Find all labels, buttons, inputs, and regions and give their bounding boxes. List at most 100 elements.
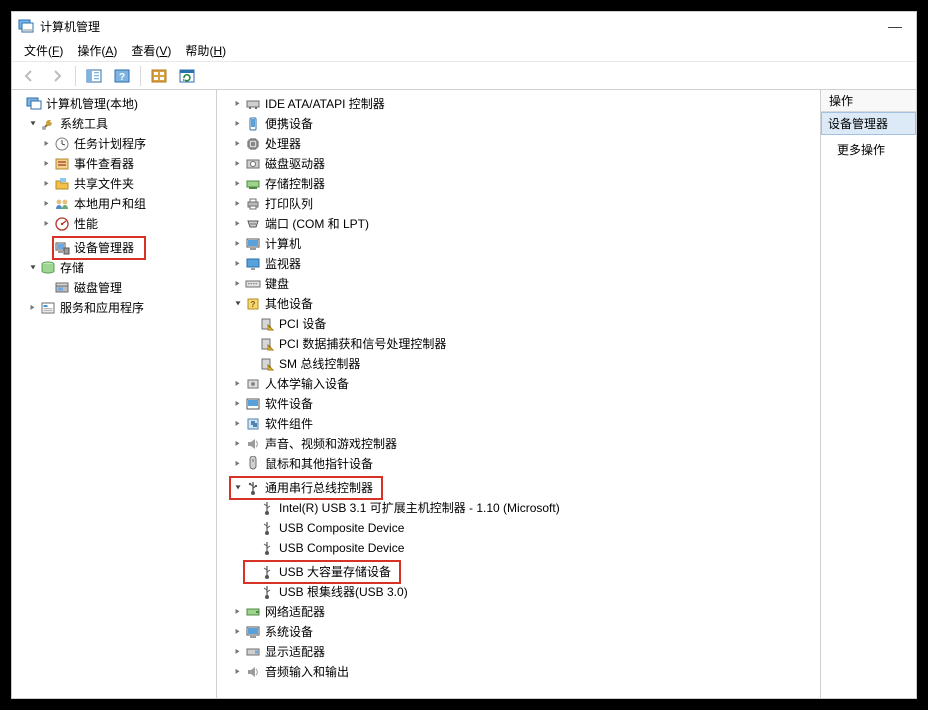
dev-monitors[interactable]: 监视器 [217,254,820,274]
display-adapter-icon [245,644,261,660]
dev-network-adapters[interactable]: 网络适配器 [217,602,820,622]
dev-usb-composite-1[interactable]: USB Composite Device [217,518,820,538]
mouse-icon [245,456,261,472]
dev-other-pci-data[interactable]: !PCI 数据捕获和信号处理控制器 [217,334,820,354]
toolbar: ? [12,62,916,90]
expander-icon[interactable] [40,134,54,154]
shared-folders-icon [54,176,70,192]
portable-device-icon [245,116,261,132]
menu-file[interactable]: 文件(F) [18,40,69,61]
show-hide-tree-button[interactable] [81,64,107,88]
actions-more[interactable]: 更多操作 [821,135,916,164]
users-icon [54,196,70,212]
dev-usb-root-hub[interactable]: USB 根集线器(USB 3.0) [217,582,820,602]
dev-usb-mass-storage[interactable]: USB 大容量存储设备 [217,562,399,582]
dev-print-queues[interactable]: 打印队列 [217,194,820,214]
svg-text:!: ! [269,326,270,332]
minimize-button[interactable]: — [880,16,910,36]
dev-ide-ata[interactable]: IDE ATA/ATAPI 控制器 [217,94,820,114]
audio-io-icon [245,664,261,680]
dev-keyboards[interactable]: 键盘 [217,274,820,294]
ide-controller-icon [245,96,261,112]
dev-software-components[interactable]: 软件组件 [217,414,820,434]
dev-audio-io[interactable]: 音频输入和输出 [217,662,820,682]
dev-system-devices[interactable]: 系统设备 [217,622,820,642]
dev-ports[interactable]: 端口 (COM 和 LPT) [217,214,820,234]
back-button[interactable] [16,64,42,88]
help-button[interactable]: ? [109,64,135,88]
refresh-button[interactable] [174,64,200,88]
dev-disk-drives[interactable]: 磁盘驱动器 [217,154,820,174]
tools-icon [40,116,56,132]
svg-text:!: ! [269,346,270,352]
hid-icon [245,376,261,392]
dev-hid[interactable]: 人体学输入设备 [217,374,820,394]
dev-usb-intel[interactable]: Intel(R) USB 3.1 可扩展主机控制器 - 1.10 (Micros… [217,498,820,518]
usb-icon [245,480,261,496]
main-window: 计算机管理 — 文件(F) 操作(A) 查看(V) 帮助(H) ? [11,11,917,699]
printer-icon [245,196,261,212]
warning-device-icon: ! [259,316,275,332]
device-manager-icon [54,240,70,256]
dev-other-pci[interactable]: !PCI 设备 [217,314,820,334]
svg-text:?: ? [119,72,125,83]
usb-device-icon [259,584,275,600]
dev-usb-composite-2[interactable]: USB Composite Device [217,538,820,558]
usb-device-icon [259,564,275,580]
views-button[interactable] [146,64,172,88]
dev-computer[interactable]: 计算机 [217,234,820,254]
monitor-icon [245,256,261,272]
other-devices-icon: ? [245,296,261,312]
network-adapter-icon [245,604,261,620]
speaker-icon [245,436,261,452]
forward-button[interactable] [44,64,70,88]
tree-item-local-users[interactable]: 本地用户和组 [12,194,216,214]
menu-help[interactable]: 帮助(H) [179,40,232,61]
actions-selected[interactable]: 设备管理器 [821,112,916,135]
tree-item-task-scheduler[interactable]: 任务计划程序 [12,134,216,154]
storage-icon [40,260,56,276]
tree-item-system-tools[interactable]: 系统工具 [12,114,216,134]
dev-other-sm[interactable]: !SM 总线控制器 [217,354,820,374]
dev-portable[interactable]: 便携设备 [217,114,820,134]
dev-other[interactable]: ?其他设备 [217,294,820,314]
dev-sound[interactable]: 声音、视频和游戏控制器 [217,434,820,454]
disk-management-icon [54,280,70,296]
actions-header: 操作 [821,90,916,112]
tree-item-event-viewer[interactable]: 事件查看器 [12,154,216,174]
tree-item-performance[interactable]: 性能 [12,214,216,234]
device-tree[interactable]: IDE ATA/ATAPI 控制器 便携设备 处理器 磁盘驱动器 存储控制器 打… [217,90,821,698]
svg-text:!: ! [269,366,270,372]
menu-action[interactable]: 操作(A) [71,40,123,61]
clock-icon [54,136,70,152]
dev-usb-controllers[interactable]: 通用串行总线控制器 [217,478,381,498]
computer-management-icon [26,96,42,112]
tree-item-root[interactable]: 计算机管理(本地) [12,94,216,114]
tree-item-shared-folders[interactable]: 共享文件夹 [12,174,216,194]
port-icon [245,216,261,232]
software-component-icon [245,416,261,432]
nav-tree[interactable]: 计算机管理(本地) 系统工具 任务计划程序 事件查看器 [12,90,217,698]
usb-device-icon [259,500,275,516]
menubar: 文件(F) 操作(A) 查看(V) 帮助(H) [12,40,916,62]
storage-controller-icon [245,176,261,192]
keyboard-icon [245,276,261,292]
tree-item-disk-management[interactable]: 磁盘管理 [12,278,216,298]
expander-icon[interactable] [26,114,40,134]
disk-drive-icon [245,156,261,172]
tree-item-services-apps[interactable]: 服务和应用程序 [12,298,216,318]
dev-mice[interactable]: 鼠标和其他指针设备 [217,454,820,474]
svg-text:?: ? [251,300,256,309]
dev-storage-controllers[interactable]: 存储控制器 [217,174,820,194]
services-icon [40,300,56,316]
titlebar: 计算机管理 — [12,12,916,40]
warning-device-icon: ! [259,336,275,352]
dev-processors[interactable]: 处理器 [217,134,820,154]
app-icon [18,18,34,34]
menu-view[interactable]: 查看(V) [125,40,177,61]
tree-item-storage[interactable]: 存储 [12,258,216,278]
dev-display-adapters[interactable]: 显示适配器 [217,642,820,662]
dev-software[interactable]: 软件设备 [217,394,820,414]
tree-item-device-manager[interactable]: 设备管理器 [12,238,144,258]
software-device-icon [245,396,261,412]
